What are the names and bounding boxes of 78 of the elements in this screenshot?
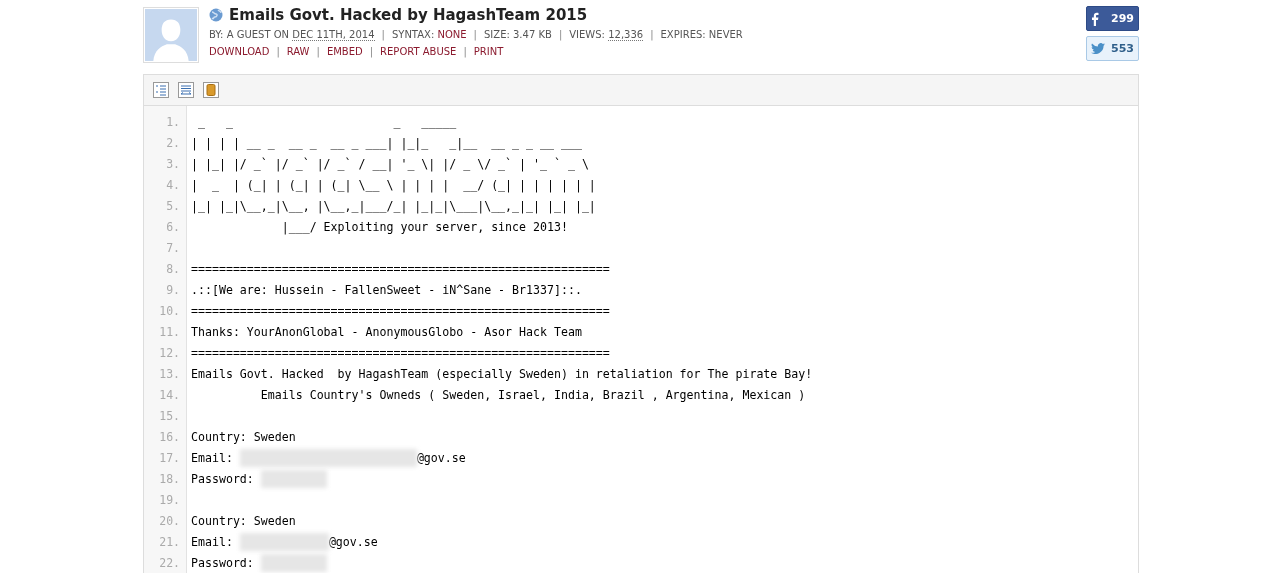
line-number: 6. [165,219,180,234]
separator: | [650,29,654,41]
code-text: Thanks: YourAnonGlobal - AnonymousGlobo - Asor Hack Team [191,324,582,339]
code-text: .::[We are: Hussein - FallenSweet - iN^Sane - Br1337]::. [191,282,582,297]
line-number: 11. [158,324,180,339]
line-number: 21. [158,534,180,549]
code-text: Password: [191,471,255,486]
code-text: Emails Country's Owneds ( Sweden, Israel, India, Brazil , Argentina, Mexican ) [259,387,806,402]
line-number: 13. [158,366,180,381]
line-number: 8. [165,261,180,276]
code-text: Password: [191,555,255,570]
meta-text: SYNTAX: [391,29,436,41]
separator: | [473,29,477,41]
meta-text: 12,336 [608,29,644,41]
code-text: @gov.se [416,450,466,465]
clipboard-icon [203,82,219,98]
line-number: 3. [165,156,180,171]
line-number: 2. [165,135,180,150]
line-number: 18. [158,471,180,486]
meta-text: BY: A GUEST ON [209,29,291,41]
line-number: 17. [158,450,180,465]
line-number: 12. [158,345,180,360]
code-text: |___/ Exploiting your server, since 2013! [280,219,568,234]
paste-title: Emails Govt. Hacked by HagashTeam 2015 [229,6,588,24]
code-text: Country: Sweden [191,513,296,528]
code-text: ============================================================ [191,261,610,276]
line-number: 20. [158,513,180,528]
code-text: | |_| |/ _` |/ _` |/ _` / __| '_ \| |/ _ \/ _` | '_ ` _ \ [191,156,589,171]
line-number: 16. [158,429,180,444]
line-number: 1. [165,114,180,129]
code-text: Email: [191,534,234,549]
share-button[interactable]: 553 [1086,36,1139,61]
text-wrap-icon [178,82,194,98]
separator: | [276,46,280,57]
separator: | [558,29,563,41]
meta-text: SIZE: 3.47 KB [484,29,552,41]
code-text: @gov.se [328,534,378,549]
code-text: Country: Sweden [191,429,296,444]
code-text: _ _ _ _____ [196,114,457,129]
avatar-silhouette [143,7,199,63]
separator: | [381,29,385,41]
code-text: |_| |_|\__,_|\__, |\__,_|___/_| |_|_|\___|\__,_|_| |_| |_| [191,198,596,213]
separator: | [463,46,467,57]
copy-button[interactable] [203,82,219,98]
meta-text: DEC 11TH, 2014 [292,29,375,41]
action-link[interactable]: EMBED [326,46,363,57]
line-number: 10. [158,303,180,318]
line-number: 22. [158,555,180,570]
blurred-text [260,553,327,572]
line-number: 19. [158,492,180,507]
wrap-toggle[interactable] [178,82,194,98]
action-link[interactable]: REPORT ABUSE [380,46,457,57]
code-text: Email: [191,450,234,465]
code-text: | _ | (_| | (_| | (_| \__ \ | | | | __/ (_| | | | | | | [191,177,596,192]
line-number: 4. [165,177,180,192]
separator: | [316,46,320,57]
line-number: 15. [158,408,180,423]
code-text: | | | | __ _ __ _ __ _ ___| |_|_ _|__ __ _ _ __ ___ [191,135,582,150]
line-number: 14. [158,387,180,402]
separator: | [369,46,374,57]
action-link[interactable]: RAW [286,46,310,57]
bird-icon [1091,43,1105,54]
meta-text: EXPIRES: NEVER [660,29,743,41]
numbered-list-icon [153,82,169,98]
share-button[interactable]: 299 [1086,6,1139,31]
line-number: 9. [165,282,180,297]
line-number: 5. [165,198,180,213]
facebook-icon [1091,11,1099,26]
code-text: Emails Govt. Hacked by HagashTeam (especially Sweden) in retaliation for The pirate Bay! [191,366,813,381]
blurred-text [260,469,327,488]
line-numbers-toggle[interactable] [153,82,169,98]
action-link[interactable]: DOWNLOAD [209,46,270,57]
code-text: ============================================================ [191,345,610,360]
line-number: 7. [165,240,180,255]
code-text: ============================================================ [191,303,610,318]
meta-text: VIEWS: [569,29,606,41]
syntax-link[interactable]: NONE [437,29,467,41]
action-link[interactable]: PRINT [473,46,504,57]
